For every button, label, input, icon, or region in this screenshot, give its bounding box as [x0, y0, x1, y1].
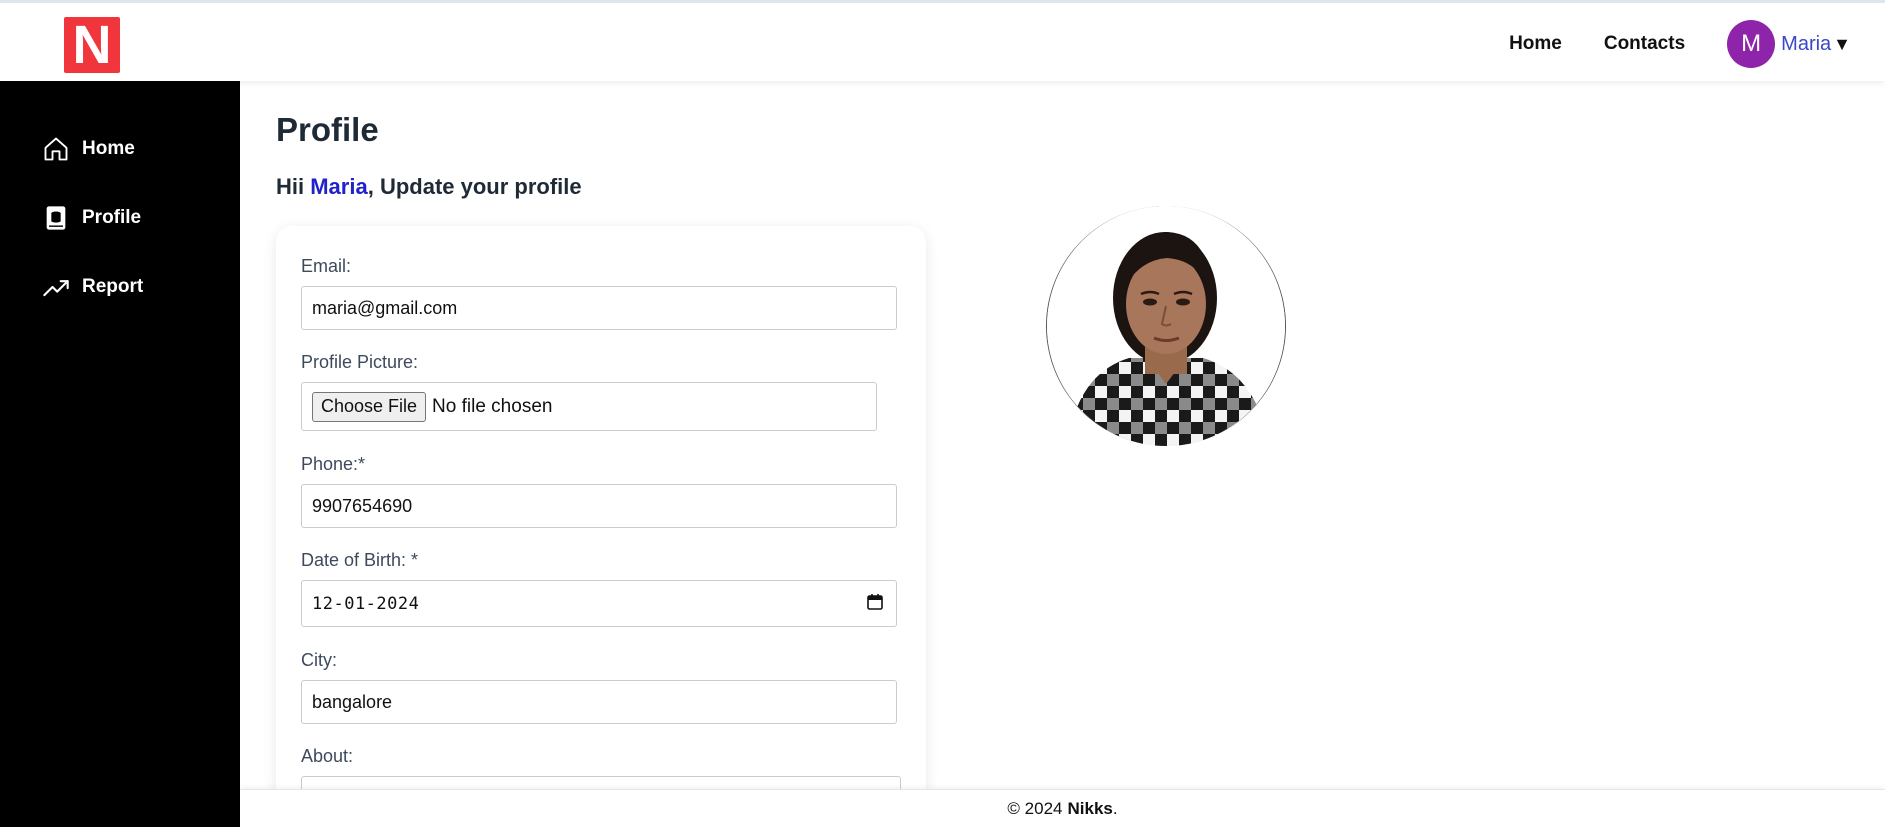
city-label: City: — [301, 650, 337, 670]
dob-field[interactable]: 12-01-2024 — [301, 580, 897, 627]
sidebar: Home Profile Report — [0, 81, 240, 827]
greeting-name: Maria — [310, 174, 368, 199]
email-field[interactable]: maria@gmail.com — [301, 286, 897, 330]
sidebar-item-label: Profile — [82, 207, 142, 228]
page-title: Profile — [276, 111, 379, 148]
greeting-prefix: Hii — [276, 174, 311, 199]
greeting: Hii Maria, Update your profile — [276, 174, 582, 200]
brand-logo-letter: N — [72, 15, 112, 75]
user-menu[interactable]: M Maria ▼ — [1727, 20, 1851, 68]
calendar-icon[interactable] — [866, 593, 884, 611]
main-content: Profile Hii Maria, Update your profile E… — [240, 81, 1885, 789]
sidebar-item-label: Report — [82, 276, 144, 297]
sidebar-item-label: Home — [82, 138, 135, 159]
about-label: About: — [301, 746, 354, 766]
email-value: maria@gmail.com — [312, 297, 458, 318]
phone-label: Phone:* — [301, 454, 366, 474]
trend-up-icon — [43, 280, 69, 297]
footer: © 2024 Nikks. — [240, 789, 1885, 827]
nav-home-link[interactable]: Home — [1509, 33, 1562, 55]
phone-field[interactable]: 9907654690 — [301, 484, 897, 528]
email-label: Email: — [301, 256, 352, 276]
footer-suffix: . — [1112, 798, 1118, 818]
file-status: No file chosen — [432, 395, 553, 417]
top-navbar: N Home Contacts M Maria ▼ — [0, 0, 1885, 81]
profile-photo — [1046, 206, 1286, 446]
profile-form-card: Email: maria@gmail.com Profile Picture: … — [276, 226, 926, 789]
dob-value: 12-01-2024 — [312, 593, 420, 614]
city-value: bangalore — [312, 691, 393, 712]
avatar-initial: M — [1741, 30, 1762, 57]
phone-value: 9907654690 — [312, 495, 413, 516]
profile-book-icon — [46, 206, 66, 230]
sidebar-item-profile[interactable]: Profile — [42, 204, 141, 232]
caret-down-icon[interactable]: ▼ — [1833, 34, 1851, 55]
greeting-suffix: , Update your profile — [367, 174, 582, 199]
dob-label: Date of Birth: * — [301, 550, 419, 570]
profile-picture-input[interactable]: Choose File No file chosen — [301, 382, 877, 431]
about-field[interactable] — [301, 776, 901, 789]
user-name[interactable]: Maria — [1781, 33, 1831, 56]
brand-logo[interactable]: N — [64, 17, 120, 73]
sidebar-item-report[interactable]: Report — [42, 273, 143, 301]
footer-brand: Nikks — [1067, 798, 1113, 818]
profile-photo-image — [1047, 206, 1285, 446]
home-icon — [44, 137, 68, 161]
profile-picture-label: Profile Picture: — [301, 352, 419, 372]
footer-copyright: © 2024 — [1007, 798, 1063, 818]
avatar[interactable]: M — [1727, 20, 1776, 68]
nav-contacts-link[interactable]: Contacts — [1604, 33, 1685, 55]
sidebar-item-home[interactable]: Home — [42, 135, 135, 163]
top-nav: Home Contacts M Maria ▼ — [1509, 19, 1851, 69]
choose-file-button[interactable]: Choose File — [312, 391, 427, 422]
city-field[interactable]: bangalore — [301, 680, 897, 724]
